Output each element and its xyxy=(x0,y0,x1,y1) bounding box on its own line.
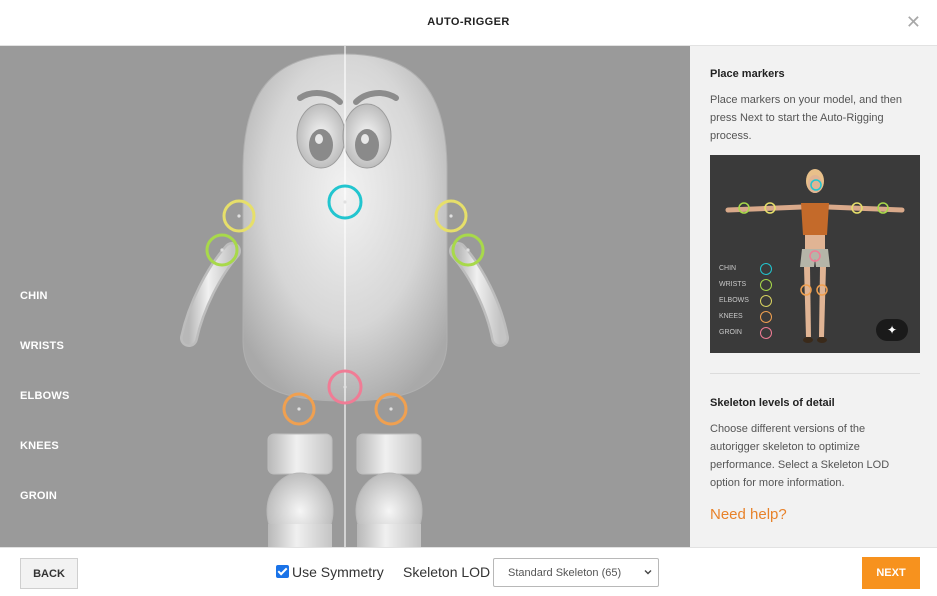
legend-label: ELBOWS xyxy=(719,297,749,304)
magic-wand-icon[interactable]: ✦ xyxy=(876,319,908,341)
need-help-link[interactable]: Need help? xyxy=(710,506,787,523)
lod-heading: Skeleton levels of detail xyxy=(710,397,835,409)
legend-item-knees: KNEES xyxy=(719,311,772,323)
dialog-header: AUTO-RIGGER ✕ xyxy=(0,0,937,46)
markers-description: Place markers on your model, and then pr… xyxy=(710,94,902,142)
legend-label: KNEES xyxy=(719,313,743,320)
next-button[interactable]: NEXT xyxy=(862,557,920,589)
character-model xyxy=(180,46,509,547)
lod-description: Choose different versions of the autorig… xyxy=(710,423,890,489)
joint-label-wrists: WRISTS xyxy=(20,340,64,352)
symmetry-label: Use Symmetry xyxy=(292,564,384,580)
legend-label: WRISTS xyxy=(719,281,747,288)
use-symmetry-control[interactable]: Use Symmetry xyxy=(276,564,384,580)
markers-heading: Place markers xyxy=(710,68,785,80)
ring-icon xyxy=(760,311,772,323)
dialog-title: AUTO-RIGGER xyxy=(427,16,510,28)
legend-label: CHIN xyxy=(719,265,737,272)
dialog-footer: BACK Use Symmetry Skeleton LOD Standard … xyxy=(0,547,937,596)
ring-icon xyxy=(760,327,772,339)
lod-label: Skeleton LOD xyxy=(403,564,491,580)
ring-icon xyxy=(760,263,772,275)
joint-label-chin: CHIN xyxy=(20,290,48,302)
close-icon[interactable]: ✕ xyxy=(906,12,921,32)
ring-icon xyxy=(760,295,772,307)
marker-preview-image: CHIN WRISTS ELBOWS KNEES GROIN ✦ xyxy=(710,155,920,353)
back-button[interactable]: BACK xyxy=(20,558,78,589)
model-viewport[interactable]: CHIN WRISTS ELBOWS KNEES GROIN xyxy=(0,46,690,547)
legend-item-wrists: WRISTS xyxy=(719,279,772,291)
sidebar-divider xyxy=(710,373,920,374)
legend-item-chin: CHIN xyxy=(719,263,772,275)
marker-knee-left[interactable] xyxy=(282,392,316,426)
info-sidebar: Place markers Place markers on your mode… xyxy=(690,46,937,547)
symmetry-checkbox[interactable] xyxy=(276,565,289,578)
ring-icon xyxy=(760,279,772,291)
skeleton-lod-select[interactable]: Standard Skeleton (65) xyxy=(493,558,659,587)
joint-label-elbows: ELBOWS xyxy=(20,390,70,402)
legend-label: GROIN xyxy=(719,329,742,336)
legend-item-elbows: ELBOWS xyxy=(719,295,772,307)
joint-label-groin: GROIN xyxy=(20,490,58,502)
lod-selected-value: Standard Skeleton (65) xyxy=(508,567,622,579)
chevron-down-icon xyxy=(644,570,652,575)
legend-item-groin: GROIN xyxy=(719,327,772,339)
joint-label-knees: KNEES xyxy=(20,440,59,452)
marker-knee-right[interactable] xyxy=(374,392,408,426)
